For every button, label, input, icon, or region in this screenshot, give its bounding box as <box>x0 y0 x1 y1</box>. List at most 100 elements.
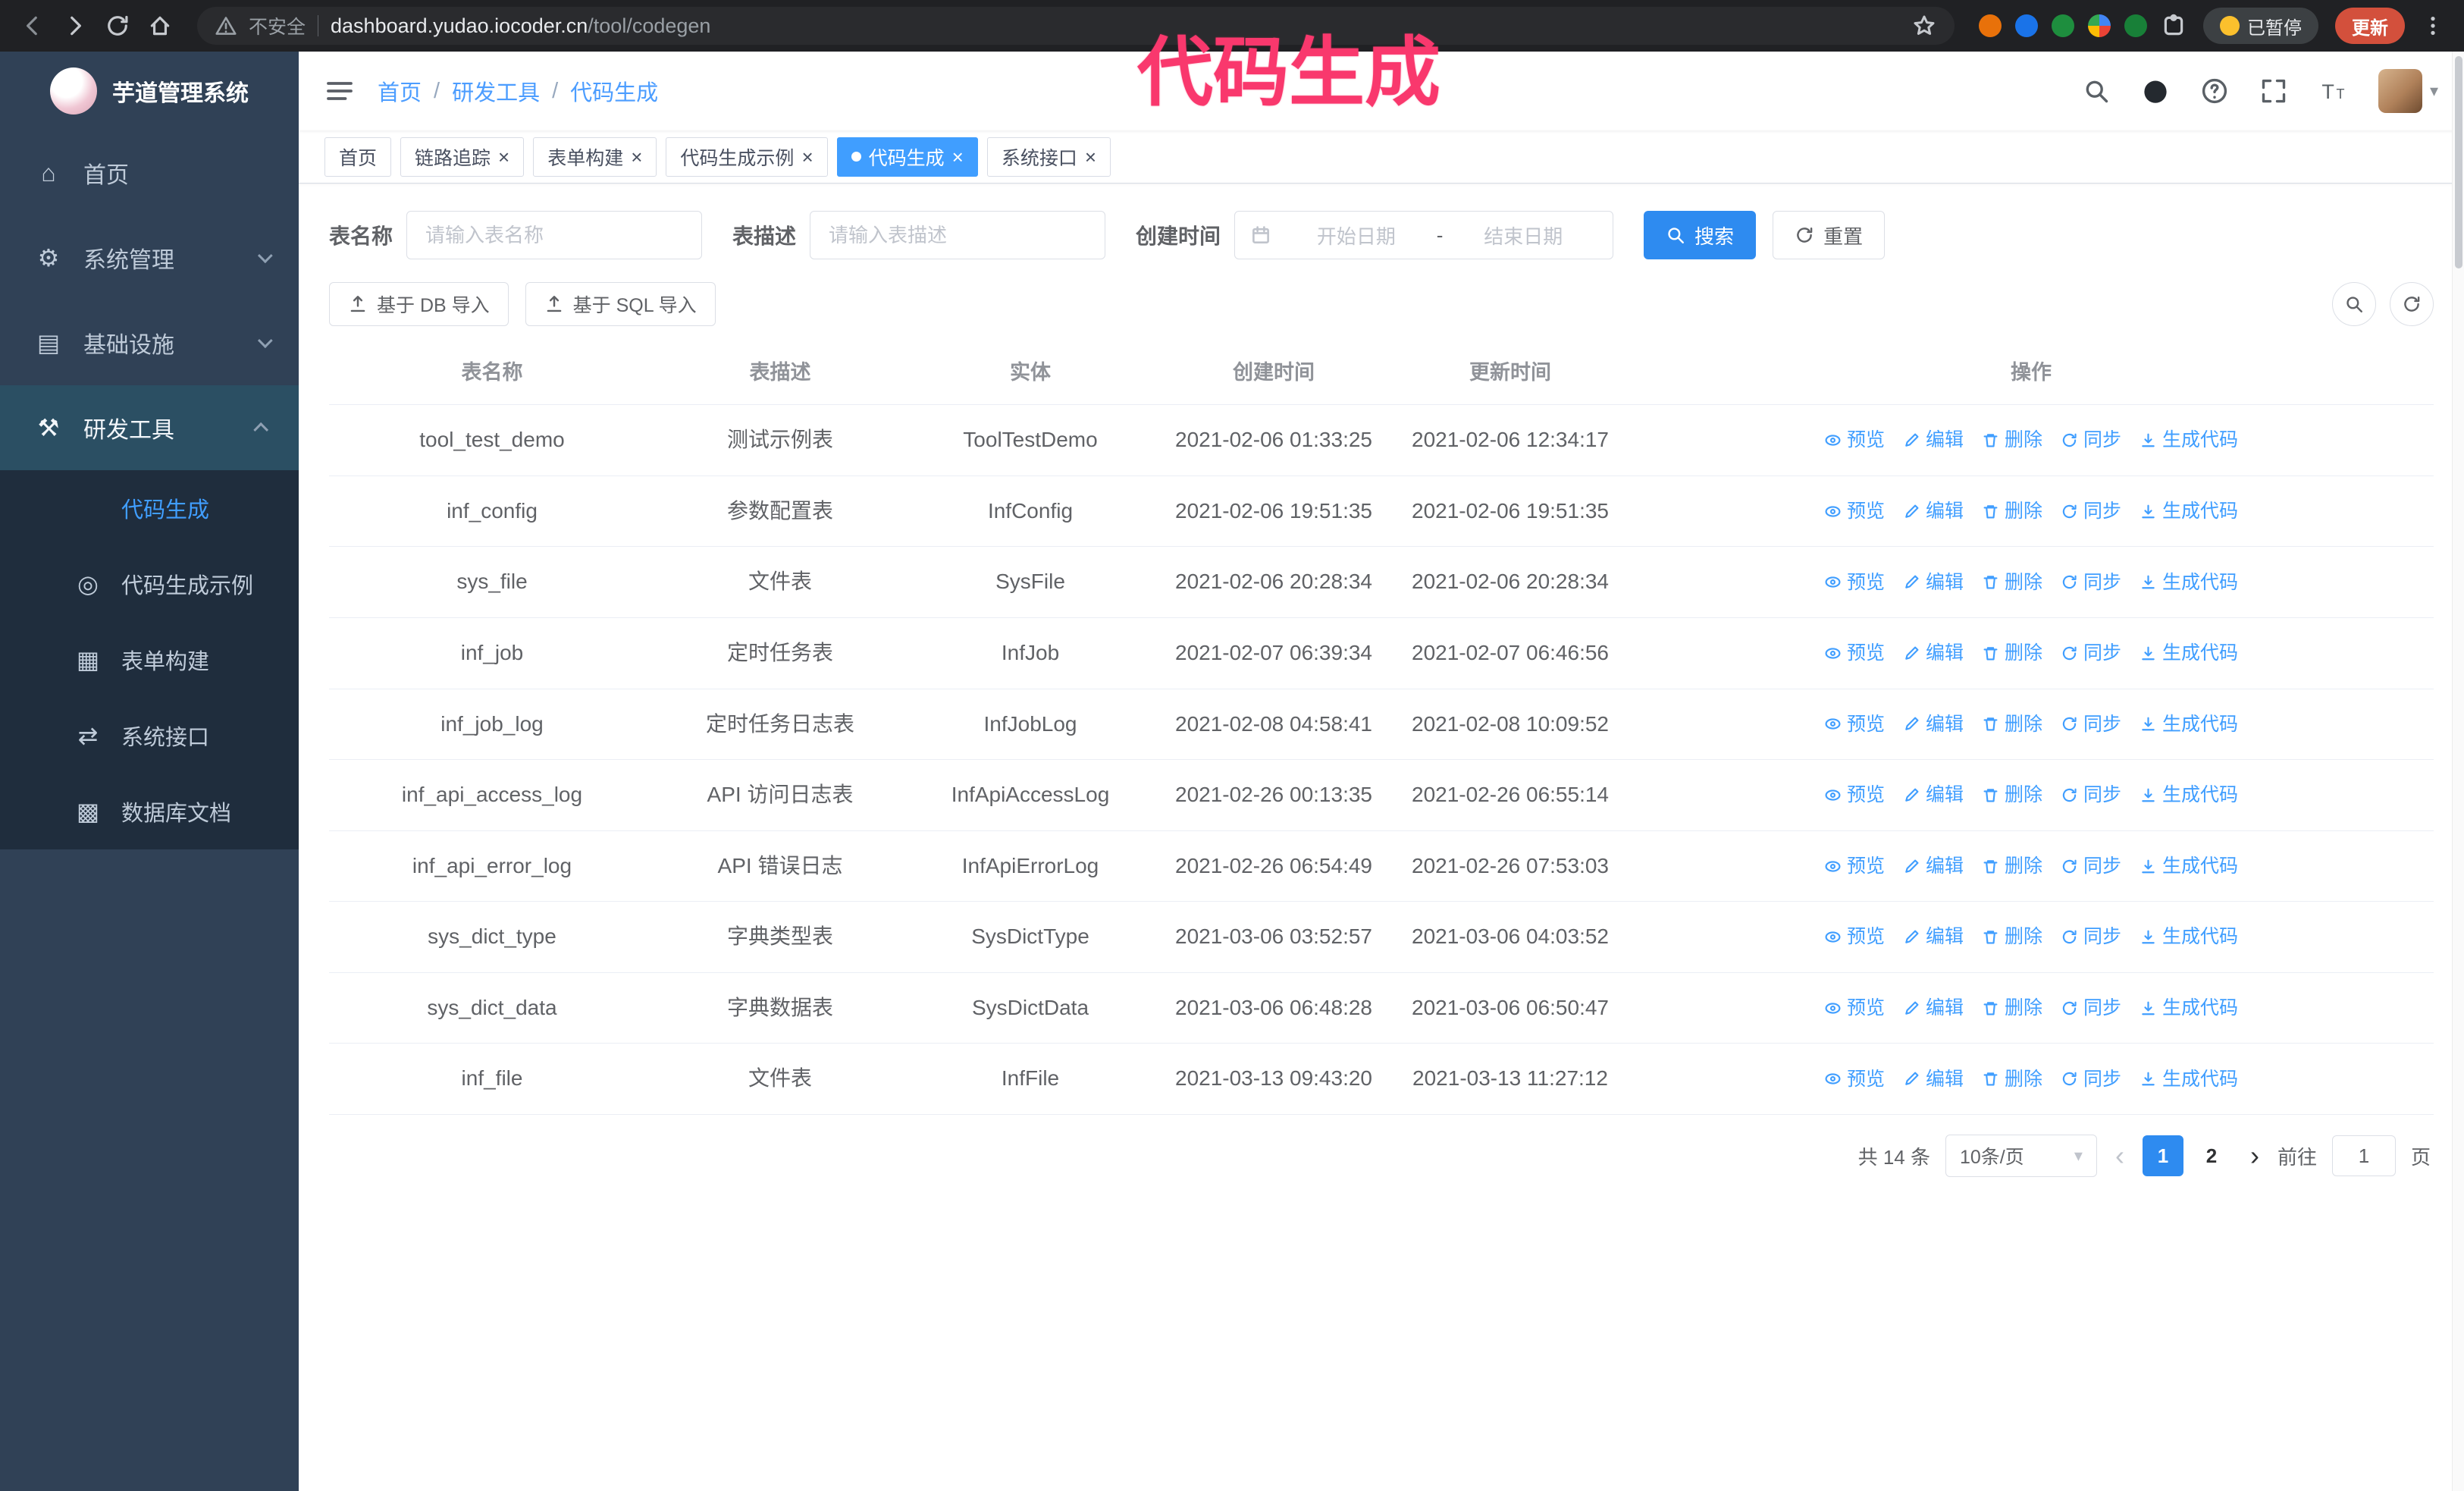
action-download[interactable]: 生成代码 <box>2140 569 2238 596</box>
page-button-1[interactable]: 1 <box>2142 1135 2183 1177</box>
action-sync[interactable]: 同步 <box>2061 498 2121 525</box>
action-sync[interactable]: 同步 <box>2061 852 2121 880</box>
home-icon[interactable] <box>147 13 173 39</box>
import-db-button[interactable]: 基于 DB 导入 <box>329 282 509 326</box>
action-download[interactable]: 生成代码 <box>2140 923 2238 950</box>
action-sync[interactable]: 同步 <box>2061 994 2121 1022</box>
sidebar-item-db[interactable]: ▩ 数据库文档 <box>0 774 299 849</box>
action-sync[interactable]: 同步 <box>2061 923 2121 950</box>
back-icon[interactable] <box>20 13 45 39</box>
action-download[interactable]: 生成代码 <box>2140 498 2238 525</box>
extension-icon[interactable] <box>2124 14 2147 37</box>
action-trash[interactable]: 删除 <box>1982 711 2042 738</box>
action-edit[interactable]: 编辑 <box>1903 994 1964 1022</box>
action-eye[interactable]: 预览 <box>1824 852 1885 880</box>
action-download[interactable]: 生成代码 <box>2140 426 2238 454</box>
action-trash[interactable]: 删除 <box>1982 569 2042 596</box>
extension-icon[interactable] <box>2052 14 2074 37</box>
puzzle-extensions-icon[interactable] <box>2161 13 2187 39</box>
action-download[interactable]: 生成代码 <box>2140 994 2238 1022</box>
toggle-search-button[interactable] <box>2332 282 2376 326</box>
action-download[interactable]: 生成代码 <box>2140 1066 2238 1093</box>
chrome-update-button[interactable]: 更新 <box>2335 8 2405 44</box>
date-range-picker[interactable]: 开始日期 - 结束日期 <box>1234 211 1614 259</box>
action-sync[interactable]: 同步 <box>2061 639 2121 667</box>
font-size-icon[interactable]: TT <box>2319 77 2346 105</box>
action-eye[interactable]: 预览 <box>1824 498 1885 525</box>
action-edit[interactable]: 编辑 <box>1903 639 1964 667</box>
next-page-icon[interactable]: › <box>2247 1142 2262 1169</box>
action-edit[interactable]: 编辑 <box>1903 1066 1964 1093</box>
action-download[interactable]: 生成代码 <box>2140 781 2238 808</box>
prev-page-icon[interactable]: ‹ <box>2112 1142 2127 1169</box>
action-edit[interactable]: 编辑 <box>1903 781 1964 808</box>
sidebar-item-infra[interactable]: ▤ 基础设施 <box>0 300 299 385</box>
close-icon[interactable]: × <box>1085 147 1096 167</box>
close-icon[interactable]: × <box>631 147 642 167</box>
action-eye[interactable]: 预览 <box>1824 426 1885 454</box>
sidebar-item-tools[interactable]: ⚒ 研发工具 <box>0 385 299 470</box>
page-size-select[interactable]: 10条/页 ▾ <box>1945 1135 2097 1178</box>
breadcrumb-home[interactable]: 首页 <box>378 75 422 107</box>
hamburger-icon[interactable] <box>324 76 355 106</box>
action-edit[interactable]: 编辑 <box>1903 923 1964 950</box>
action-sync[interactable]: 同步 <box>2061 569 2121 596</box>
action-eye[interactable]: 预览 <box>1824 923 1885 950</box>
action-trash[interactable]: 删除 <box>1982 498 2042 525</box>
action-sync[interactable]: 同步 <box>2061 1066 2121 1093</box>
scrollbar-thumb[interactable] <box>2455 56 2462 268</box>
close-icon[interactable]: × <box>801 147 813 167</box>
action-eye[interactable]: 预览 <box>1824 1066 1885 1093</box>
action-eye[interactable]: 预览 <box>1824 994 1885 1022</box>
action-eye[interactable]: 预览 <box>1824 711 1885 738</box>
action-trash[interactable]: 删除 <box>1982 639 2042 667</box>
bookmark-star-icon[interactable] <box>1912 14 1936 38</box>
refresh-table-button[interactable] <box>2390 282 2434 326</box>
action-trash[interactable]: 删除 <box>1982 1066 2042 1093</box>
action-eye[interactable]: 预览 <box>1824 639 1885 667</box>
sidebar-item-api[interactable]: ⇄ 系统接口 <box>0 698 299 774</box>
address-bar[interactable]: 不安全 dashboard.yudao.iocoder.cn/tool/code… <box>197 7 1955 45</box>
sidebar-item-form[interactable]: ▦ 表单构建 <box>0 622 299 698</box>
extension-icon[interactable] <box>2088 14 2111 37</box>
action-download[interactable]: 生成代码 <box>2140 711 2238 738</box>
action-sync[interactable]: 同步 <box>2061 426 2121 454</box>
profile-paused-chip[interactable]: 已暂停 <box>2203 8 2318 44</box>
page-scrollbar[interactable] <box>2452 52 2464 1491</box>
sidebar-item-code[interactable]: 代码生成 <box>0 470 299 546</box>
tab[interactable]: 首页 <box>324 137 392 177</box>
action-trash[interactable]: 删除 <box>1982 923 2042 950</box>
action-trash[interactable]: 删除 <box>1982 994 2042 1022</box>
action-trash[interactable]: 删除 <box>1982 426 2042 454</box>
page-button-2[interactable]: 2 <box>2191 1135 2232 1176</box>
action-trash[interactable]: 删除 <box>1982 852 2042 880</box>
sidebar-item-home[interactable]: ⌂ 首页 <box>0 130 299 215</box>
tab[interactable]: 链路追踪 × <box>400 137 525 177</box>
action-edit[interactable]: 编辑 <box>1903 498 1964 525</box>
table-desc-input[interactable] <box>810 211 1106 259</box>
action-edit[interactable]: 编辑 <box>1903 711 1964 738</box>
user-menu[interactable]: ▾ <box>2378 69 2438 113</box>
action-sync[interactable]: 同步 <box>2061 781 2121 808</box>
action-edit[interactable]: 编辑 <box>1903 426 1964 454</box>
tab[interactable]: 表单构建 × <box>533 137 657 177</box>
github-icon[interactable] <box>2142 77 2169 105</box>
action-edit[interactable]: 编辑 <box>1903 852 1964 880</box>
forward-icon[interactable] <box>62 13 88 39</box>
fullscreen-icon[interactable] <box>2260 77 2287 105</box>
extension-icon[interactable] <box>1979 14 2002 37</box>
action-edit[interactable]: 编辑 <box>1903 569 1964 596</box>
extension-icon[interactable] <box>2015 14 2038 37</box>
search-icon[interactable] <box>2083 77 2110 105</box>
reload-icon[interactable] <box>105 13 130 39</box>
sidebar-item-gear[interactable]: ⚙ 系统管理 <box>0 215 299 300</box>
app-logo[interactable]: 芋道管理系统 <box>0 52 299 130</box>
sidebar-item-example[interactable]: ◎ 代码生成示例 <box>0 546 299 622</box>
close-icon[interactable]: × <box>498 147 509 167</box>
breadcrumb-tools[interactable]: 研发工具 <box>452 75 540 107</box>
reset-button[interactable]: 重置 <box>1773 211 1886 259</box>
tab[interactable]: 代码生成 × <box>836 137 978 177</box>
goto-input[interactable] <box>2331 1135 2396 1177</box>
action-trash[interactable]: 删除 <box>1982 781 2042 808</box>
action-sync[interactable]: 同步 <box>2061 711 2121 738</box>
